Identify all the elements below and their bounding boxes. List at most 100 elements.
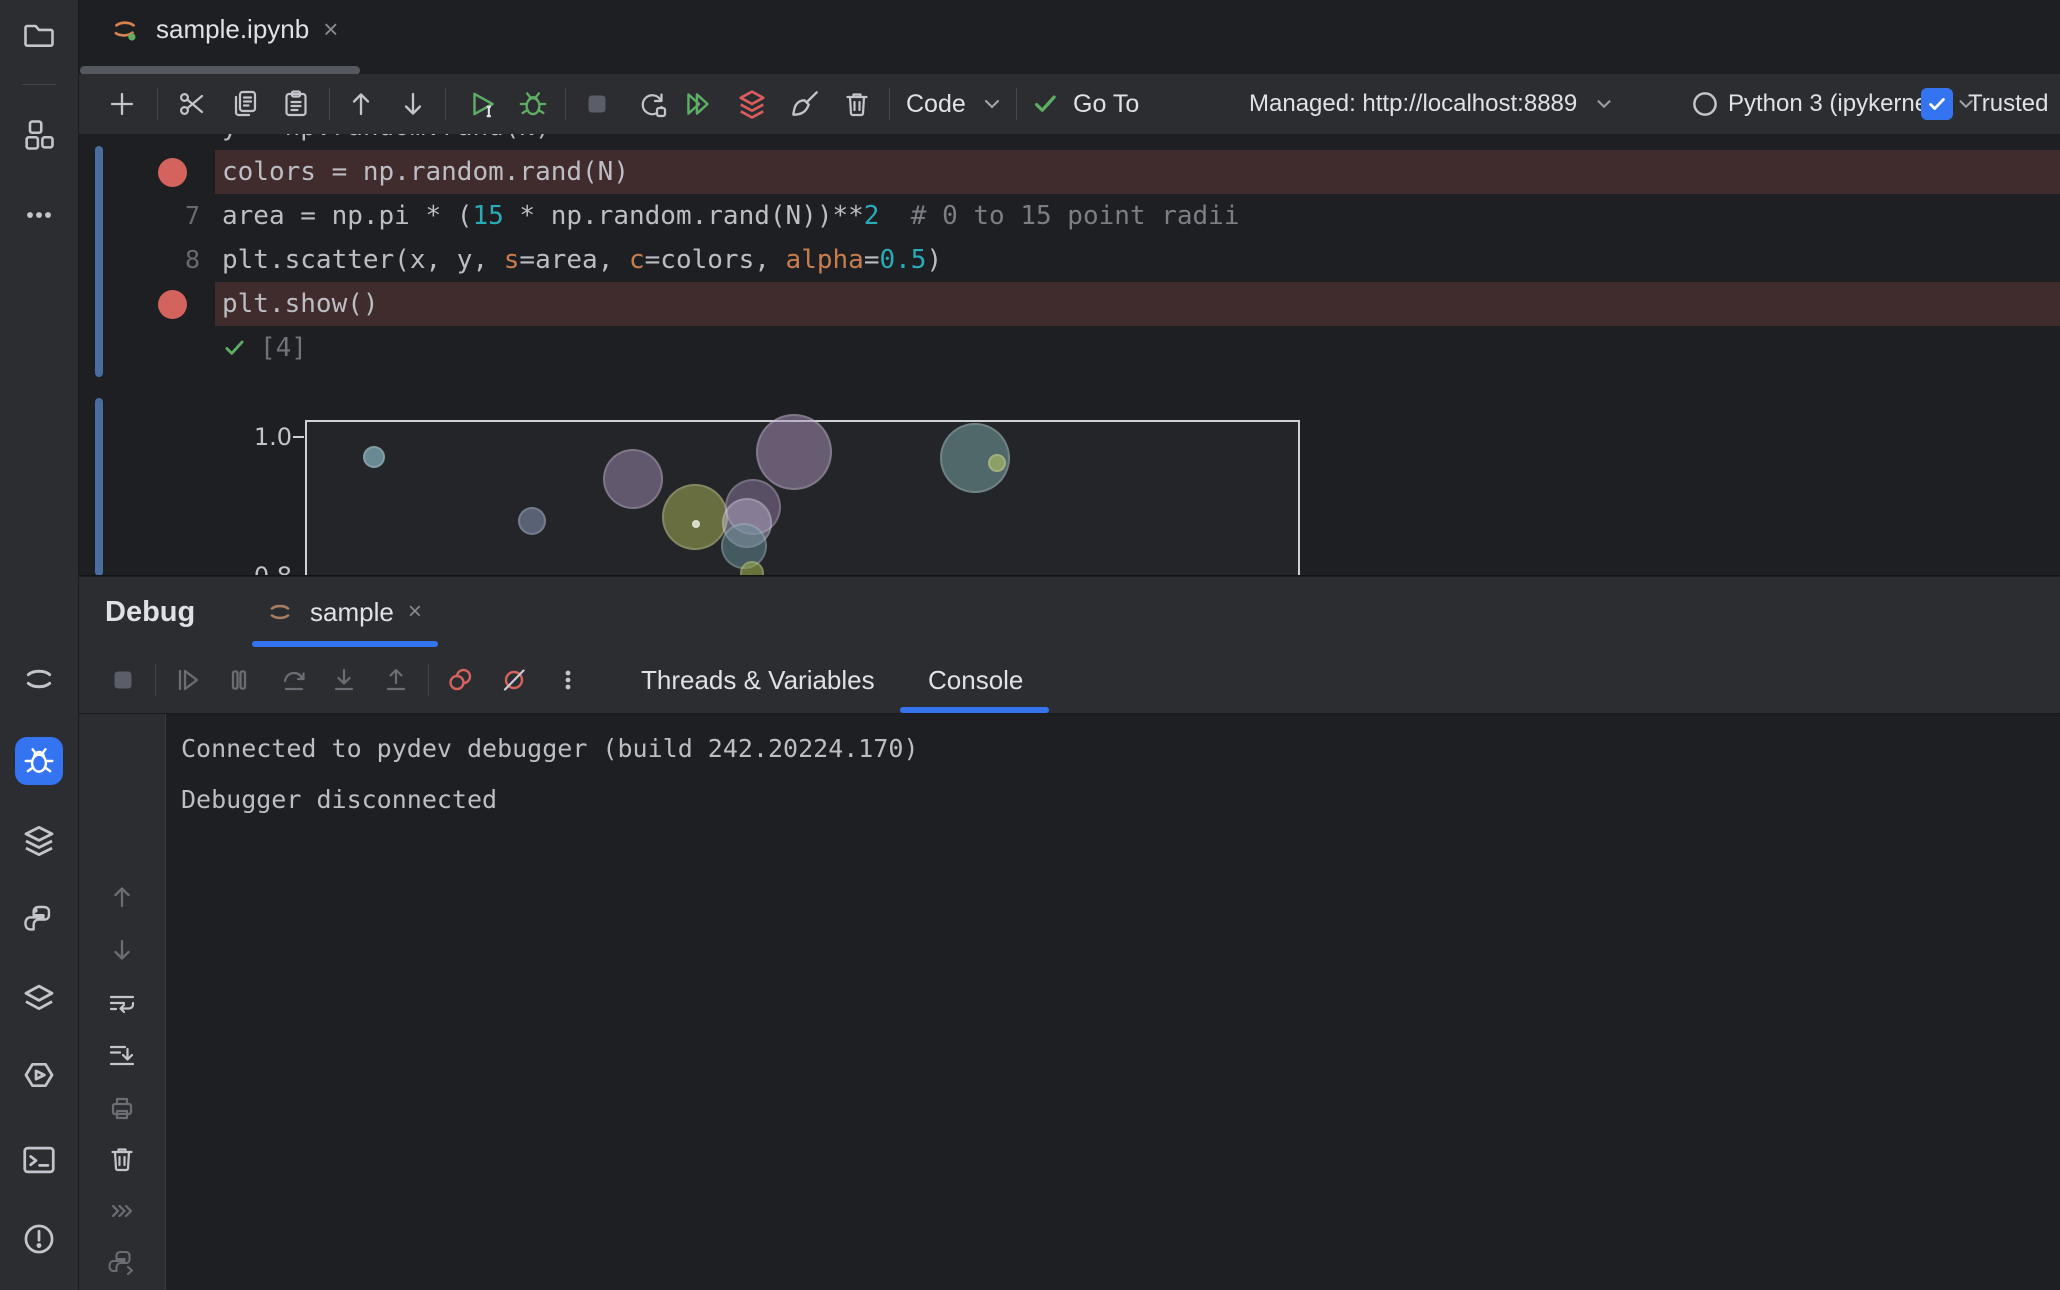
stop-kernel-button[interactable]: [574, 74, 620, 134]
tab-threads-variables[interactable]: Threads & Variables: [641, 647, 875, 713]
move-cell-down-button[interactable]: [390, 74, 436, 134]
notebook-editor[interactable]: y = np.random.rand(N) colors = np.random…: [78, 134, 2060, 576]
project-folder-button[interactable]: [0, 11, 78, 59]
interrupt-kernel-button[interactable]: [729, 74, 775, 134]
cell-type-value: Code: [906, 90, 966, 119]
code-line[interactable]: 8plt.scatter(x, y, s=area, c=colors, alp…: [78, 238, 2060, 282]
gutter[interactable]: 7: [78, 194, 200, 238]
add-cell-button[interactable]: [99, 74, 145, 134]
python-console-button[interactable]: [78, 1240, 165, 1288]
terminal-tool-button[interactable]: [0, 1136, 78, 1184]
run-all-icon: [681, 87, 715, 121]
separator: [157, 88, 158, 120]
clipped-code-line: y = np.random.rand(N): [78, 134, 2060, 149]
code-line[interactable]: plt.show(): [78, 282, 2060, 326]
debug-panel-header: Debug sample ×: [78, 577, 2060, 647]
close-session-icon[interactable]: ×: [408, 600, 422, 624]
debug-bug-icon: [516, 87, 550, 121]
more-tool-windows-button[interactable]: [0, 191, 78, 239]
separator: [565, 88, 566, 120]
python-packages-tool-button[interactable]: [0, 896, 78, 944]
debug-session-tab[interactable]: sample ×: [252, 577, 434, 647]
cut-cell-button[interactable]: [169, 74, 215, 134]
paste-cell-button[interactable]: [273, 74, 319, 134]
arrow-down-icon: [106, 934, 138, 966]
stop-icon: [581, 88, 613, 120]
output-cell-indicator[interactable]: [95, 398, 103, 576]
separator: [329, 88, 330, 120]
step-over-button[interactable]: [271, 650, 317, 710]
console-toolbar: [78, 714, 166, 1290]
debugger-tool-button[interactable]: [15, 737, 63, 785]
debug-cell-button[interactable]: [510, 74, 556, 134]
mute-breakpoints-icon: [498, 664, 530, 696]
code-line[interactable]: colors = np.random.rand(N): [78, 150, 2060, 194]
gutter[interactable]: 8: [78, 238, 200, 282]
gutter[interactable]: [78, 150, 200, 194]
show-prompt-button[interactable]: [78, 1187, 165, 1235]
restart-kernel-button[interactable]: [629, 74, 675, 134]
trusted-checkbox[interactable]: [1921, 88, 1953, 120]
debug-session-tab-label: sample: [310, 597, 394, 628]
arrow-up-icon: [106, 881, 138, 913]
print-button[interactable]: [78, 1084, 165, 1132]
resume-button[interactable]: [164, 650, 210, 710]
cell-type-dropdown[interactable]: Code: [906, 74, 1004, 134]
kernel-status-icon: [1690, 89, 1720, 119]
close-tab-icon[interactable]: ×: [323, 16, 338, 42]
y-tick-label: 1.0: [198, 423, 292, 451]
console-line: Connected to pydev debugger (build 242.2…: [181, 734, 919, 763]
breakpoint-dot[interactable]: [158, 290, 187, 319]
clear-all-button[interactable]: [78, 1135, 165, 1183]
move-cell-up-button[interactable]: [338, 74, 384, 134]
navigate-up-button[interactable]: [78, 873, 165, 921]
step-into-icon: [328, 664, 360, 696]
terminal-icon: [20, 1141, 58, 1179]
delete-cell-button[interactable]: [834, 74, 880, 134]
navigate-down-button[interactable]: [78, 926, 165, 974]
database-tool-button[interactable]: [0, 817, 78, 865]
view-breakpoints-button[interactable]: [437, 650, 483, 710]
view-breakpoints-icon: [444, 664, 476, 696]
code-text: area = np.pi * (15 * np.random.rand(N))*…: [222, 194, 1240, 238]
problems-tool-button[interactable]: [0, 1215, 78, 1263]
clipboard-icon: [280, 88, 312, 120]
jupyter-tool-button[interactable]: [0, 655, 78, 703]
pause-button[interactable]: [216, 650, 262, 710]
run-cell-select-below-icon: [466, 87, 500, 121]
clear-outputs-button[interactable]: [782, 74, 828, 134]
code-line[interactable]: 7 area = np.pi * (15 * np.random.rand(N))…: [78, 194, 2060, 238]
editor-tab-bar: sample.ipynb ×: [78, 0, 2060, 74]
step-into-button[interactable]: [321, 650, 367, 710]
stop-icon: [107, 664, 139, 696]
scroll-to-end-button[interactable]: [78, 1031, 165, 1079]
more-actions-button[interactable]: [545, 650, 591, 710]
structure-button[interactable]: [0, 111, 78, 159]
editor-tab[interactable]: sample.ipynb ×: [90, 0, 356, 58]
pause-icon: [223, 664, 255, 696]
scissors-icon: [176, 88, 208, 120]
mute-breakpoints-button[interactable]: [491, 650, 537, 710]
copy-icon: [229, 88, 261, 120]
activity-bar: [0, 0, 79, 1290]
soft-wrap-button[interactable]: [78, 980, 165, 1028]
copy-cell-button[interactable]: [222, 74, 268, 134]
breakpoint-dot[interactable]: [158, 158, 187, 187]
soft-wrap-icon: [106, 988, 138, 1020]
problems-icon: [20, 1220, 58, 1258]
go-to-button[interactable]: Go To: [1031, 74, 1139, 134]
step-over-icon: [278, 664, 310, 696]
structure-icon: [21, 117, 57, 153]
gutter[interactable]: [78, 282, 200, 326]
stop-button[interactable]: [100, 650, 146, 710]
run-all-cells-button[interactable]: [675, 74, 721, 134]
layers-icon: [20, 979, 58, 1017]
step-out-button[interactable]: [373, 650, 419, 710]
layers-tool-button[interactable]: [0, 974, 78, 1022]
chevron-down-icon: [980, 92, 1004, 116]
tab-console[interactable]: Console: [928, 647, 1023, 713]
server-dropdown[interactable]: Managed: http://localhost:8889: [1249, 74, 1615, 134]
run-cell-button[interactable]: [460, 74, 506, 134]
arrow-up-icon: [345, 88, 377, 120]
services-tool-button[interactable]: [0, 1051, 78, 1099]
